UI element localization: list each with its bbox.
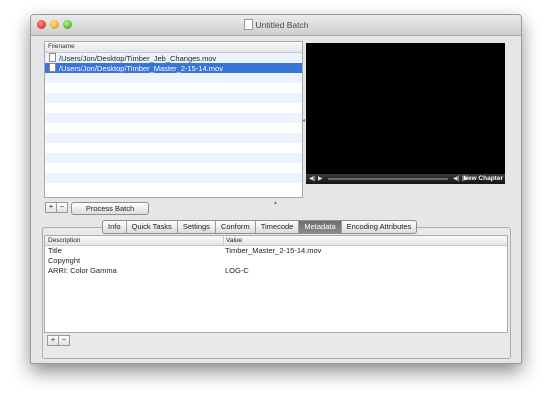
metadata-description: ARRI: Color Gamma [48,266,117,275]
metadata-row[interactable]: ARRI: Color Gamma LOG-C [45,266,507,276]
scrubber-track[interactable] [328,178,448,180]
value-column-header[interactable]: Value [223,236,242,245]
metadata-row[interactable]: Title Timber_Master_2-15-14.mov [45,246,507,256]
volume-icon[interactable]: ◀) [309,175,316,182]
empty-row [45,173,302,183]
filename-column-header[interactable]: Filename [45,42,302,53]
metadata-value[interactable]: Timber_Master_2-15-14.mov [225,246,321,256]
new-chapter-button[interactable]: New Chapter [463,175,503,182]
movie-file-icon [49,63,56,72]
remove-file-button[interactable]: − [56,202,68,213]
document-icon [243,19,253,30]
file-list[interactable]: Filename /Users/Jon/Desktop/Timber_Jeb_C… [44,41,303,198]
tab-info[interactable]: Info [103,221,127,233]
metadata-row[interactable]: Copyright [45,256,507,266]
play-icon[interactable]: ▶ [318,175,323,182]
vertical-split-handle[interactable]: ◂ [302,117,305,124]
tab-bar: Info Quick Tasks Settings Conform Timeco… [102,220,418,234]
empty-row [45,183,302,193]
file-path: /Users/Jon/Desktop/Timber_Master_2-15-14… [59,64,223,73]
tab-conform[interactable]: Conform [216,221,256,233]
metadata-table[interactable]: Description Value Title Timber_Master_2-… [44,235,508,333]
file-row-selected[interactable]: /Users/Jon/Desktop/Timber_Master_2-15-14… [45,63,302,73]
window-title: Untitled Batch [31,19,521,30]
tab-settings[interactable]: Settings [178,221,216,233]
description-column-header[interactable]: Description [48,236,81,245]
empty-row [45,163,302,173]
empty-row [45,143,302,153]
tab-quick-tasks[interactable]: Quick Tasks [127,221,178,233]
empty-row [45,153,302,163]
empty-row [45,93,302,103]
metadata-description: Title [48,246,62,255]
tab-timecode[interactable]: Timecode [256,221,300,233]
horizontal-split-handle[interactable]: ▴ [274,199,277,206]
metadata-header-row: Description Value [45,236,507,246]
window-title-text: Untitled Batch [255,20,309,30]
title-bar[interactable]: Untitled Batch [31,15,521,36]
metadata-value[interactable]: LOG-C [225,266,249,276]
empty-row [45,73,302,83]
process-batch-button[interactable]: Process Batch [71,202,149,215]
previous-chapter-icon[interactable]: ◀| [453,175,459,182]
remove-metadata-button[interactable]: − [58,335,70,346]
video-preview [306,43,505,184]
empty-row [45,133,302,143]
file-path: /Users/Jon/Desktop/Timber_Jeb_Changes.mo… [59,54,217,63]
file-row[interactable]: /Users/Jon/Desktop/Timber_Jeb_Changes.mo… [45,53,302,63]
metadata-description: Copyright [48,256,81,265]
empty-row [45,113,302,123]
file-list-body: /Users/Jon/Desktop/Timber_Jeb_Changes.mo… [45,53,302,193]
movie-file-icon [49,53,56,62]
batch-window: Untitled Batch Filename /Users/Jon/Deskt… [30,14,522,364]
tab-encoding-attributes[interactable]: Encoding Attributes [342,221,417,233]
empty-row [45,103,302,113]
empty-row [45,83,302,93]
tab-metadata[interactable]: Metadata [299,221,342,233]
empty-row [45,123,302,133]
player-controls: ◀) ▶ ◀| |▶ New Chapter [306,174,505,184]
